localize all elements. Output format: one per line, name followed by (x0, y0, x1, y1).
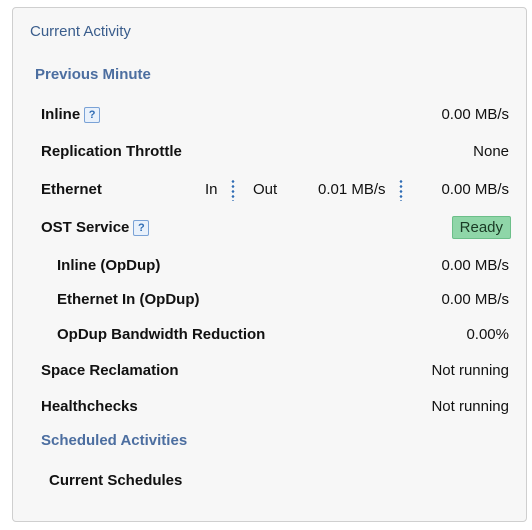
inline-label: Inline? (41, 106, 101, 123)
inline-opdup-value: 0.00 MB/s (441, 257, 509, 274)
ethernet-out-value: 0.00 MB/s (441, 181, 509, 198)
row-healthchecks: Healthchecks Not running (13, 398, 526, 420)
ethernet-in-opdup-label: Ethernet In (OpDup) (57, 291, 200, 308)
space-reclamation-label: Space Reclamation (41, 362, 179, 379)
ethernet-in-label: In (205, 181, 218, 198)
ethernet-in-opdup-value: 0.00 MB/s (441, 291, 509, 308)
panel-title: Current Activity (30, 23, 131, 40)
opdup-bandwidth-reduction-label: OpDup Bandwidth Reduction (57, 326, 266, 343)
row-ost-service: OST Service? Ready (13, 216, 526, 241)
ethernet-out-label: Out (253, 181, 278, 198)
replication-throttle-label: Replication Throttle (41, 143, 182, 160)
healthchecks-label: Healthchecks (41, 398, 138, 415)
divider-dots (231, 179, 235, 201)
row-replication-throttle: Replication Throttle None (13, 143, 526, 165)
opdup-bandwidth-reduction-value: 0.00% (466, 326, 509, 343)
row-current-schedules: Current Schedules (13, 472, 526, 494)
healthchecks-value: Not running (431, 398, 509, 415)
help-icon[interactable]: ? (133, 220, 150, 236)
ethernet-in-value: 0.01 MB/s (318, 181, 386, 198)
section-scheduled-activities: Scheduled Activities (41, 432, 188, 449)
current-activity-panel: Current Activity Previous Minute Inline?… (12, 7, 527, 522)
row-ethernet-in-opdup: Ethernet In (OpDup) 0.00 MB/s (13, 291, 526, 313)
row-inline-opdup: Inline (OpDup) 0.00 MB/s (13, 257, 526, 279)
divider-dots (399, 179, 403, 201)
ethernet-label: Ethernet (41, 181, 102, 198)
section-previous-minute: Previous Minute (35, 66, 151, 83)
help-icon[interactable]: ? (84, 107, 101, 123)
row-space-reclamation: Space Reclamation Not running (13, 362, 526, 384)
inline-opdup-label: Inline (OpDup) (57, 257, 161, 274)
replication-throttle-value: None (473, 143, 509, 160)
row-opdup-bandwidth-reduction: OpDup Bandwidth Reduction 0.00% (13, 326, 526, 348)
inline-value: 0.00 MB/s (441, 106, 509, 123)
row-inline: Inline? 0.00 MB/s (13, 106, 526, 128)
row-ethernet: Ethernet In Out 0.01 MB/s 0.00 MB/s (13, 179, 526, 203)
ost-service-label: OST Service? (41, 219, 150, 236)
space-reclamation-value: Not running (431, 362, 509, 379)
status-badge: Ready (451, 216, 511, 239)
current-schedules-label: Current Schedules (49, 472, 183, 489)
